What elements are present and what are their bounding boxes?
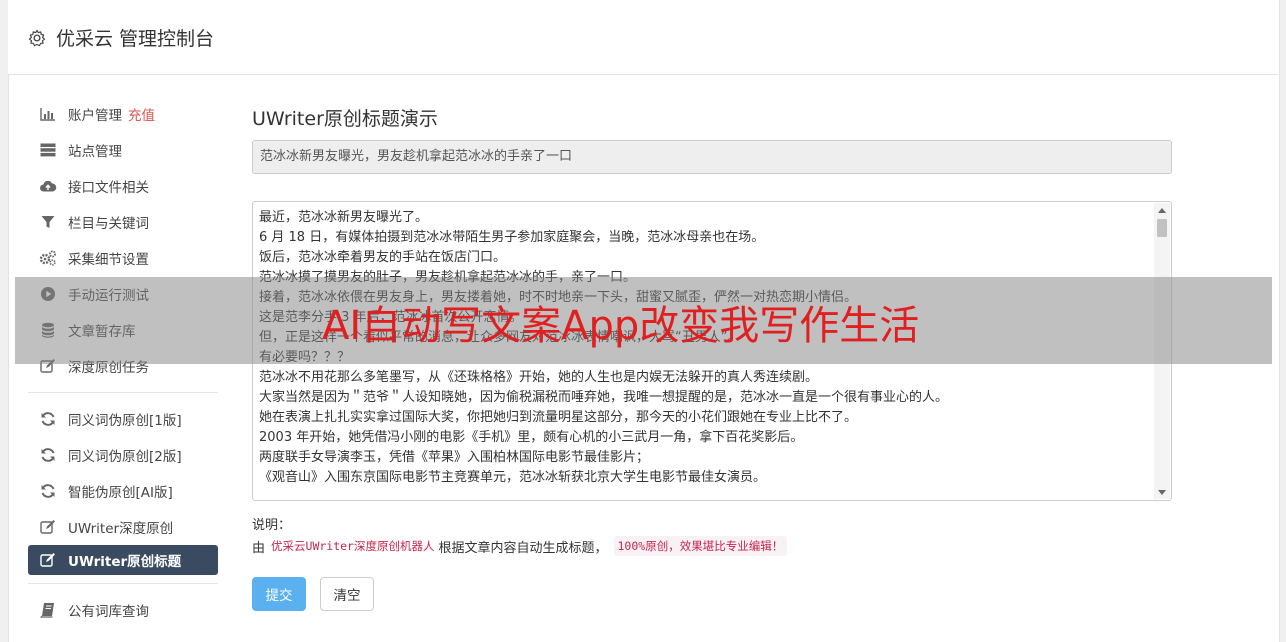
article-line: 6 月 18 日，有媒体拍摄到范冰冰带陌生男子参加家庭聚会，当晚，范冰冰母亲也在… bbox=[259, 230, 765, 245]
sidebar-item-label: 同义词伪原创[2版] bbox=[68, 449, 182, 465]
scroll-up-arrow-icon[interactable] bbox=[1154, 203, 1170, 217]
sidebar-item-label: UWriter原创标题 bbox=[68, 554, 182, 570]
note-label: 说明： bbox=[252, 518, 292, 533]
sidebar-divider bbox=[28, 392, 218, 393]
sidebar-item-label: 采集细节设置 bbox=[68, 252, 149, 268]
sidebar-item-ai-rewrite[interactable]: 智能伪原创[AI版] bbox=[28, 473, 218, 509]
sidebar-item-public-lexicon[interactable]: 公有词库查询 bbox=[28, 592, 218, 628]
sidebar-item-label: 智能伪原创[AI版] bbox=[68, 485, 173, 501]
scroll-down-arrow-icon[interactable] bbox=[1154, 485, 1170, 499]
sidebar-item-label: 栏目与关键词 bbox=[68, 216, 149, 232]
note-prefix: 由 bbox=[252, 540, 266, 556]
article-line: 两度联手女导演李玉，凭借《苹果》入围柏林国际电影节最佳影片； bbox=[259, 450, 650, 465]
refresh-icon bbox=[39, 410, 57, 428]
watermark-text: AI自动写文案App改变我写作生活 bbox=[322, 303, 920, 349]
sidebar-item-synonym-v2[interactable]: 同义词伪原创[2版] bbox=[28, 437, 218, 473]
clear-button[interactable]: 清空 bbox=[320, 577, 374, 611]
sidebar-item-columns-keywords[interactable]: 栏目与关键词 bbox=[28, 204, 218, 240]
article-line: 范冰冰不用花那么多笔墨写，从《还珠格格》开始，她的人生也是内娱无法躲开的真人秀连… bbox=[259, 370, 819, 385]
article-line: 《观音山》入围东京国际电影节主竞赛单元，范冰冰斩获北京大学生电影节最佳女演员。 bbox=[259, 470, 767, 485]
filter-icon bbox=[39, 213, 57, 231]
sidebar-item-label: 接口文件相关 bbox=[68, 180, 149, 196]
main-content: UWriter原创标题演示 范冰冰新男友曝光，男友趁机拿起范冰冰的手亲了一口 最… bbox=[252, 104, 1172, 611]
recharge-link[interactable]: 充值 bbox=[128, 104, 155, 124]
note-robot-name: 优采云UWriter深度原创机器人 bbox=[271, 539, 435, 553]
note-description: 由 优采云UWriter深度原创机器人 根据文章内容自动生成标题， 100%原创… bbox=[252, 536, 788, 556]
sidebar-item-label: 账户管理 bbox=[68, 108, 122, 124]
gear-icon bbox=[28, 29, 46, 46]
article-line: 2003 年开始，她凭借冯小刚的电影《手机》里，颇有心机的小三武月一角，拿下百花… bbox=[259, 430, 804, 445]
refresh-icon bbox=[39, 482, 57, 500]
brand[interactable]: 优采云 管理控制台 bbox=[28, 24, 214, 51]
sidebar-item-collect-settings[interactable]: 采集细节设置 bbox=[28, 240, 218, 276]
article-line: 饭后，范冰冰牵着男友的手站在饭店门口。 bbox=[259, 250, 507, 265]
submit-button[interactable]: 提交 bbox=[252, 577, 306, 611]
book-icon bbox=[39, 601, 57, 619]
edit-icon bbox=[39, 518, 57, 536]
sidebar-item-api-files[interactable]: 接口文件相关 bbox=[28, 168, 218, 204]
sidebar-divider bbox=[28, 583, 218, 584]
bar-chart-icon bbox=[39, 105, 57, 123]
article-line: 她在表演上扎扎实实拿过国际大奖，你把她归到流量明星这部分，那今天的小花们跟她在专… bbox=[259, 410, 858, 425]
scrollbar-thumb[interactable] bbox=[1157, 219, 1167, 237]
sidebar-item-uwriter-title[interactable]: UWriter原创标题 bbox=[28, 545, 218, 575]
sidebar-item-sites[interactable]: 站点管理 bbox=[28, 132, 218, 168]
note-highlight: 100%原创，效果堪比专业编辑！ bbox=[613, 536, 788, 556]
note-middle: 根据文章内容自动生成标题， bbox=[438, 540, 608, 556]
sidebar-item-label: 站点管理 bbox=[68, 144, 122, 160]
sidebar-item-label: 公有词库查询 bbox=[68, 604, 149, 620]
server-icon bbox=[39, 141, 57, 159]
article-line: 最近，范冰冰新男友曝光了。 bbox=[259, 210, 429, 225]
app-title: 优采云 管理控制台 bbox=[56, 28, 215, 50]
edit-icon bbox=[39, 551, 57, 569]
page-title: UWriter原创标题演示 bbox=[252, 108, 438, 130]
sidebar-item-label: 同义词伪原创[1版] bbox=[68, 413, 182, 429]
generated-title-field[interactable]: 范冰冰新男友曝光，男友趁机拿起范冰冰的手亲了一口 bbox=[252, 140, 1172, 174]
sidebar-item-uwriter-deep[interactable]: UWriter深度原创 bbox=[28, 509, 218, 545]
refresh-icon bbox=[39, 446, 57, 464]
cogs-icon bbox=[39, 249, 57, 267]
sidebar-item-synonym-v1[interactable]: 同义词伪原创[1版] bbox=[28, 401, 218, 437]
sidebar-item-account[interactable]: 账户管理 充值 bbox=[28, 96, 218, 132]
article-line: 大家当然是因为＂范爷＂人设知晓她，因为偷税漏税而唾弃她，我唯一想提醒的是，范冰冰… bbox=[259, 390, 949, 405]
sidebar-item-label: UWriter深度原创 bbox=[68, 521, 174, 537]
cloud-upload-icon bbox=[39, 177, 57, 195]
